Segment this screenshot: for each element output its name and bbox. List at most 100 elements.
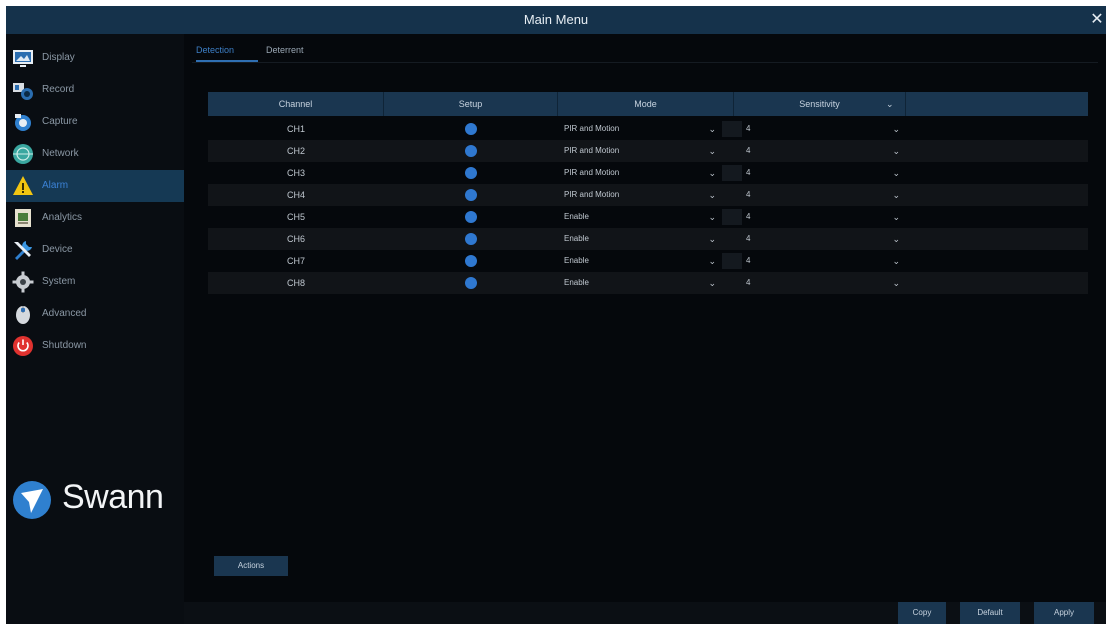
chevron-down-icon: ⌄ [708,234,716,244]
chevron-down-icon: ⌄ [892,256,900,266]
channel-cell: CH7 [286,256,305,266]
sidebar-item-label: Shutdown [42,340,87,351]
sidebar-item-label: Capture [42,116,78,127]
tab-detection[interactable]: Detection [196,40,258,62]
sensitivity-dropdown[interactable]: 4 ⌄ [742,142,904,160]
sidebar-item-capture[interactable]: Capture [6,106,184,138]
setup-gear-button[interactable] [465,233,477,245]
sensitivity-value: 4 [746,190,751,199]
sidebar-item-analytics[interactable]: Analytics [6,202,184,234]
mode-dropdown[interactable]: PIR and Motion ⌄ [560,142,720,160]
main-panel: Detection Deterrent Channel Setup Mode S… [184,34,1106,624]
mouse-icon [16,306,30,324]
setup-gear-button[interactable] [465,211,477,223]
table-row: CH8 Enable ⌄ 4 ⌄ [208,272,1088,294]
title-bar: Main Menu ✕ [6,6,1106,34]
sensitivity-dropdown[interactable]: 4 ⌄ [742,252,904,270]
display-icon [13,50,33,67]
setup-gear-button[interactable] [465,123,477,135]
chevron-down-icon: ⌄ [892,278,900,288]
sensitivity-dropdown[interactable]: 4 ⌄ [742,208,904,226]
mode-value: PIR and Motion [564,190,620,199]
sidebar-item-label: System [42,276,76,287]
bottom-bar: Copy Default Apply [184,602,1106,624]
tools-icon [14,241,32,260]
alarm-warning-icon [13,176,33,195]
sidebar-item-label: Record [42,84,75,95]
sidebar-item-label: Network [42,148,79,159]
chevron-down-icon[interactable]: ⌄ [886,92,894,116]
close-icon[interactable]: ✕ [1090,6,1104,34]
mode-dropdown[interactable]: PIR and Motion ⌄ [560,164,720,182]
sidebar-item-alarm[interactable]: Alarm [6,170,184,202]
mode-dropdown[interactable]: Enable ⌄ [560,230,720,248]
sidebar-item-system[interactable]: System [6,266,184,298]
capture-icon [15,114,31,131]
camera-icon [13,83,33,100]
main-menu-window: Main Menu ✕ Display Record Capture Netwo… [6,6,1106,624]
sidebar-item-device[interactable]: Device [6,234,184,266]
setup-gear-button[interactable] [465,277,477,289]
chevron-down-icon: ⌄ [708,278,716,288]
channel-cell: CH4 [286,190,305,200]
mode-dropdown[interactable]: Enable ⌄ [560,208,720,226]
analytics-icon [15,209,31,227]
apply-button[interactable]: Apply [1034,602,1094,624]
table-row: CH1 PIR and Motion ⌄ 4 ⌄ [208,118,1088,140]
setup-gear-button[interactable] [465,167,477,179]
table-row: CH4 PIR and Motion ⌄ 4 ⌄ [208,184,1088,206]
chevron-down-icon: ⌄ [892,212,900,222]
mode-value: PIR and Motion [564,124,620,133]
sidebar-item-shutdown[interactable]: Shutdown [6,330,184,362]
header-setup: Setup [384,92,558,116]
sensitivity-value: 4 [746,234,751,243]
logo-text: Swann [62,478,164,516]
mode-dropdown[interactable]: Enable ⌄ [560,252,720,270]
channel-cell: CH2 [286,146,305,156]
sidebar-item-label: Display [42,52,75,63]
mode-value: PIR and Motion [564,168,620,177]
sidebar-item-label: Device [42,244,73,255]
sidebar-item-display[interactable]: Display [6,42,184,74]
chevron-down-icon: ⌄ [708,146,716,156]
setup-gear-button[interactable] [465,189,477,201]
header-mode: Mode [558,92,734,116]
table-row: CH6 Enable ⌄ 4 ⌄ [208,228,1088,250]
sensitivity-dropdown[interactable]: 4 ⌄ [742,186,904,204]
chevron-down-icon: ⌄ [892,190,900,200]
sensitivity-swatch [722,253,742,269]
sensitivity-dropdown[interactable]: 4 ⌄ [742,120,904,138]
sensitivity-dropdown[interactable]: 4 ⌄ [742,274,904,292]
sidebar-item-record[interactable]: Record [6,74,184,106]
channel-cell: CH5 [286,212,305,222]
power-icon [13,336,33,356]
sidebar-item-label: Advanced [42,308,87,319]
gear-icon [12,271,34,293]
setup-gear-button[interactable] [465,255,477,267]
setup-gear-button[interactable] [465,145,477,157]
chevron-down-icon: ⌄ [708,256,716,266]
sidebar-item-network[interactable]: Network [6,138,184,170]
mode-dropdown[interactable]: PIR and Motion ⌄ [560,186,720,204]
mode-dropdown[interactable]: Enable ⌄ [560,274,720,292]
chevron-down-icon: ⌄ [892,124,900,134]
chevron-down-icon: ⌄ [892,146,900,156]
chevron-down-icon: ⌄ [708,212,716,222]
channel-cell: CH8 [286,278,305,288]
table-row: CH2 PIR and Motion ⌄ 4 ⌄ [208,140,1088,162]
default-button[interactable]: Default [960,602,1020,624]
sidebar-item-label: Analytics [42,212,83,223]
mode-dropdown[interactable]: PIR and Motion ⌄ [560,120,720,138]
sensitivity-swatch [722,165,742,181]
table-row: CH5 Enable ⌄ 4 ⌄ [208,206,1088,228]
sidebar-item-advanced[interactable]: Advanced [6,298,184,330]
sidebar-item-label: Alarm [42,180,69,191]
sensitivity-dropdown[interactable]: 4 ⌄ [742,164,904,182]
chevron-down-icon: ⌄ [708,168,716,178]
copy-button[interactable]: Copy [898,602,946,624]
channel-cell: CH3 [286,168,305,178]
actions-button[interactable]: Actions [214,556,288,576]
sensitivity-dropdown[interactable]: 4 ⌄ [742,230,904,248]
swann-logo: Swann [12,474,180,524]
tab-deterrent[interactable]: Deterrent [266,40,326,62]
